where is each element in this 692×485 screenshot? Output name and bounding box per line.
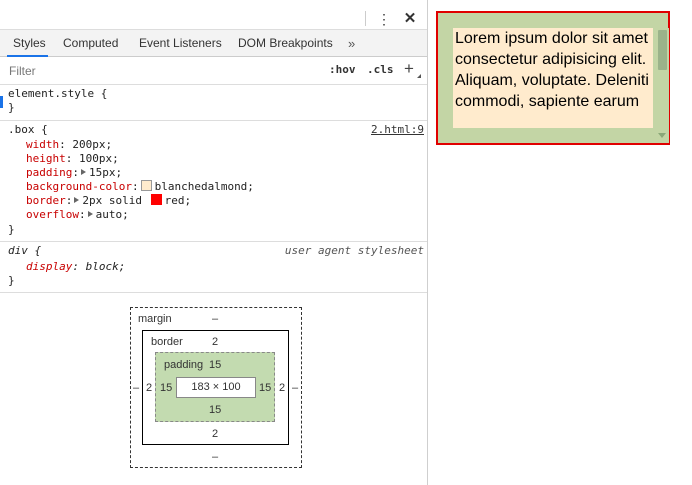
- padding-label: padding: [164, 359, 204, 371]
- padding-top-value[interactable]: 15: [209, 359, 221, 371]
- border-right-value[interactable]: 2: [279, 382, 285, 394]
- tab-computed[interactable]: Computed: [63, 30, 118, 57]
- hover-state-toggle[interactable]: :hov: [329, 63, 356, 76]
- scrollbar-thumb[interactable]: [658, 30, 667, 70]
- more-tabs-icon[interactable]: »: [348, 30, 355, 57]
- close-icon[interactable]: ✕: [402, 9, 418, 29]
- more-options-icon[interactable]: ⋮: [377, 9, 391, 29]
- devtools-topbar: ⋮ ✕: [0, 4, 427, 29]
- margin-right-value[interactable]: –: [292, 382, 298, 394]
- rule-selector: div {: [8, 244, 42, 257]
- box-model-content[interactable]: 183 × 100: [176, 377, 256, 398]
- tab-event-listeners[interactable]: Event Listeners: [139, 30, 222, 57]
- rule-selector[interactable]: .box {: [8, 123, 48, 137]
- rule-close-brace: }: [8, 274, 15, 287]
- sidebar-tabs: Styles Computed Event Listeners DOM Brea…: [0, 29, 427, 57]
- padding-left-value[interactable]: 15: [160, 382, 172, 394]
- declaration-width[interactable]: width: 200px;: [26, 138, 112, 152]
- box-content-area: Lorem ipsum dolor sit amet consectetur a…: [453, 28, 653, 128]
- expand-triangle-icon[interactable]: [80, 169, 86, 175]
- expand-triangle-icon[interactable]: [87, 211, 93, 217]
- rule-close-brace: }: [8, 223, 15, 236]
- new-style-rule-icon[interactable]: +: [404, 59, 414, 79]
- border-bottom-value[interactable]: 2: [212, 428, 218, 440]
- filter-input[interactable]: [6, 61, 322, 81]
- border-left-value[interactable]: 2: [146, 382, 152, 394]
- margin-bottom-value[interactable]: –: [212, 451, 218, 463]
- vertical-scrollbar[interactable]: [655, 28, 669, 143]
- border-label: border: [151, 336, 183, 348]
- expand-triangle-icon[interactable]: [74, 197, 80, 203]
- rule-source-link[interactable]: 2.html:9: [371, 123, 424, 137]
- rule-div-user-agent: div { user agent stylesheet display: blo…: [0, 242, 427, 293]
- tab-dom-breakpoints[interactable]: DOM Breakpoints: [238, 30, 333, 57]
- box-element[interactable]: Lorem ipsum dolor sit amet consectetur a…: [436, 11, 670, 145]
- color-swatch[interactable]: [140, 180, 152, 191]
- declaration-display: display: block;: [26, 260, 126, 273]
- declaration-overflow[interactable]: overflow: auto;: [26, 208, 129, 222]
- color-swatch[interactable]: [150, 194, 162, 205]
- padding-bottom-value[interactable]: 15: [209, 404, 221, 416]
- margin-label: margin: [138, 313, 172, 325]
- rule-selector[interactable]: element.style {: [8, 87, 107, 101]
- class-toggle[interactable]: .cls: [367, 63, 394, 76]
- margin-top-value[interactable]: –: [212, 313, 218, 325]
- new-rule-menu-indicator[interactable]: [417, 74, 421, 78]
- toolbar-divider: [365, 11, 366, 26]
- declaration-background-color[interactable]: background-color: blanchedalmond;: [26, 180, 254, 194]
- tab-styles[interactable]: Styles: [7, 30, 48, 57]
- filter-bar: :hov .cls +: [0, 58, 427, 85]
- box-text: Lorem ipsum dolor sit amet consectetur a…: [455, 30, 649, 110]
- declaration-padding[interactable]: padding: 15px;: [26, 166, 122, 180]
- rule-box: .box { 2.html:9 width: 200px; height: 10…: [0, 121, 427, 242]
- scroll-down-arrow-icon[interactable]: [658, 133, 666, 138]
- rule-close-brace: }: [8, 101, 15, 114]
- rule-source-label: user agent stylesheet: [284, 244, 424, 257]
- declaration-border[interactable]: border: 2px solid red;: [26, 194, 191, 208]
- devtools-panel: ⋮ ✕ Styles Computed Event Listeners DOM …: [0, 0, 428, 485]
- margin-left-value[interactable]: –: [133, 382, 139, 394]
- padding-right-value[interactable]: 15: [259, 382, 271, 394]
- rule-element-style: element.style { }: [0, 85, 427, 121]
- border-top-value[interactable]: 2: [212, 336, 218, 348]
- declaration-height[interactable]: height: 100px;: [26, 152, 119, 166]
